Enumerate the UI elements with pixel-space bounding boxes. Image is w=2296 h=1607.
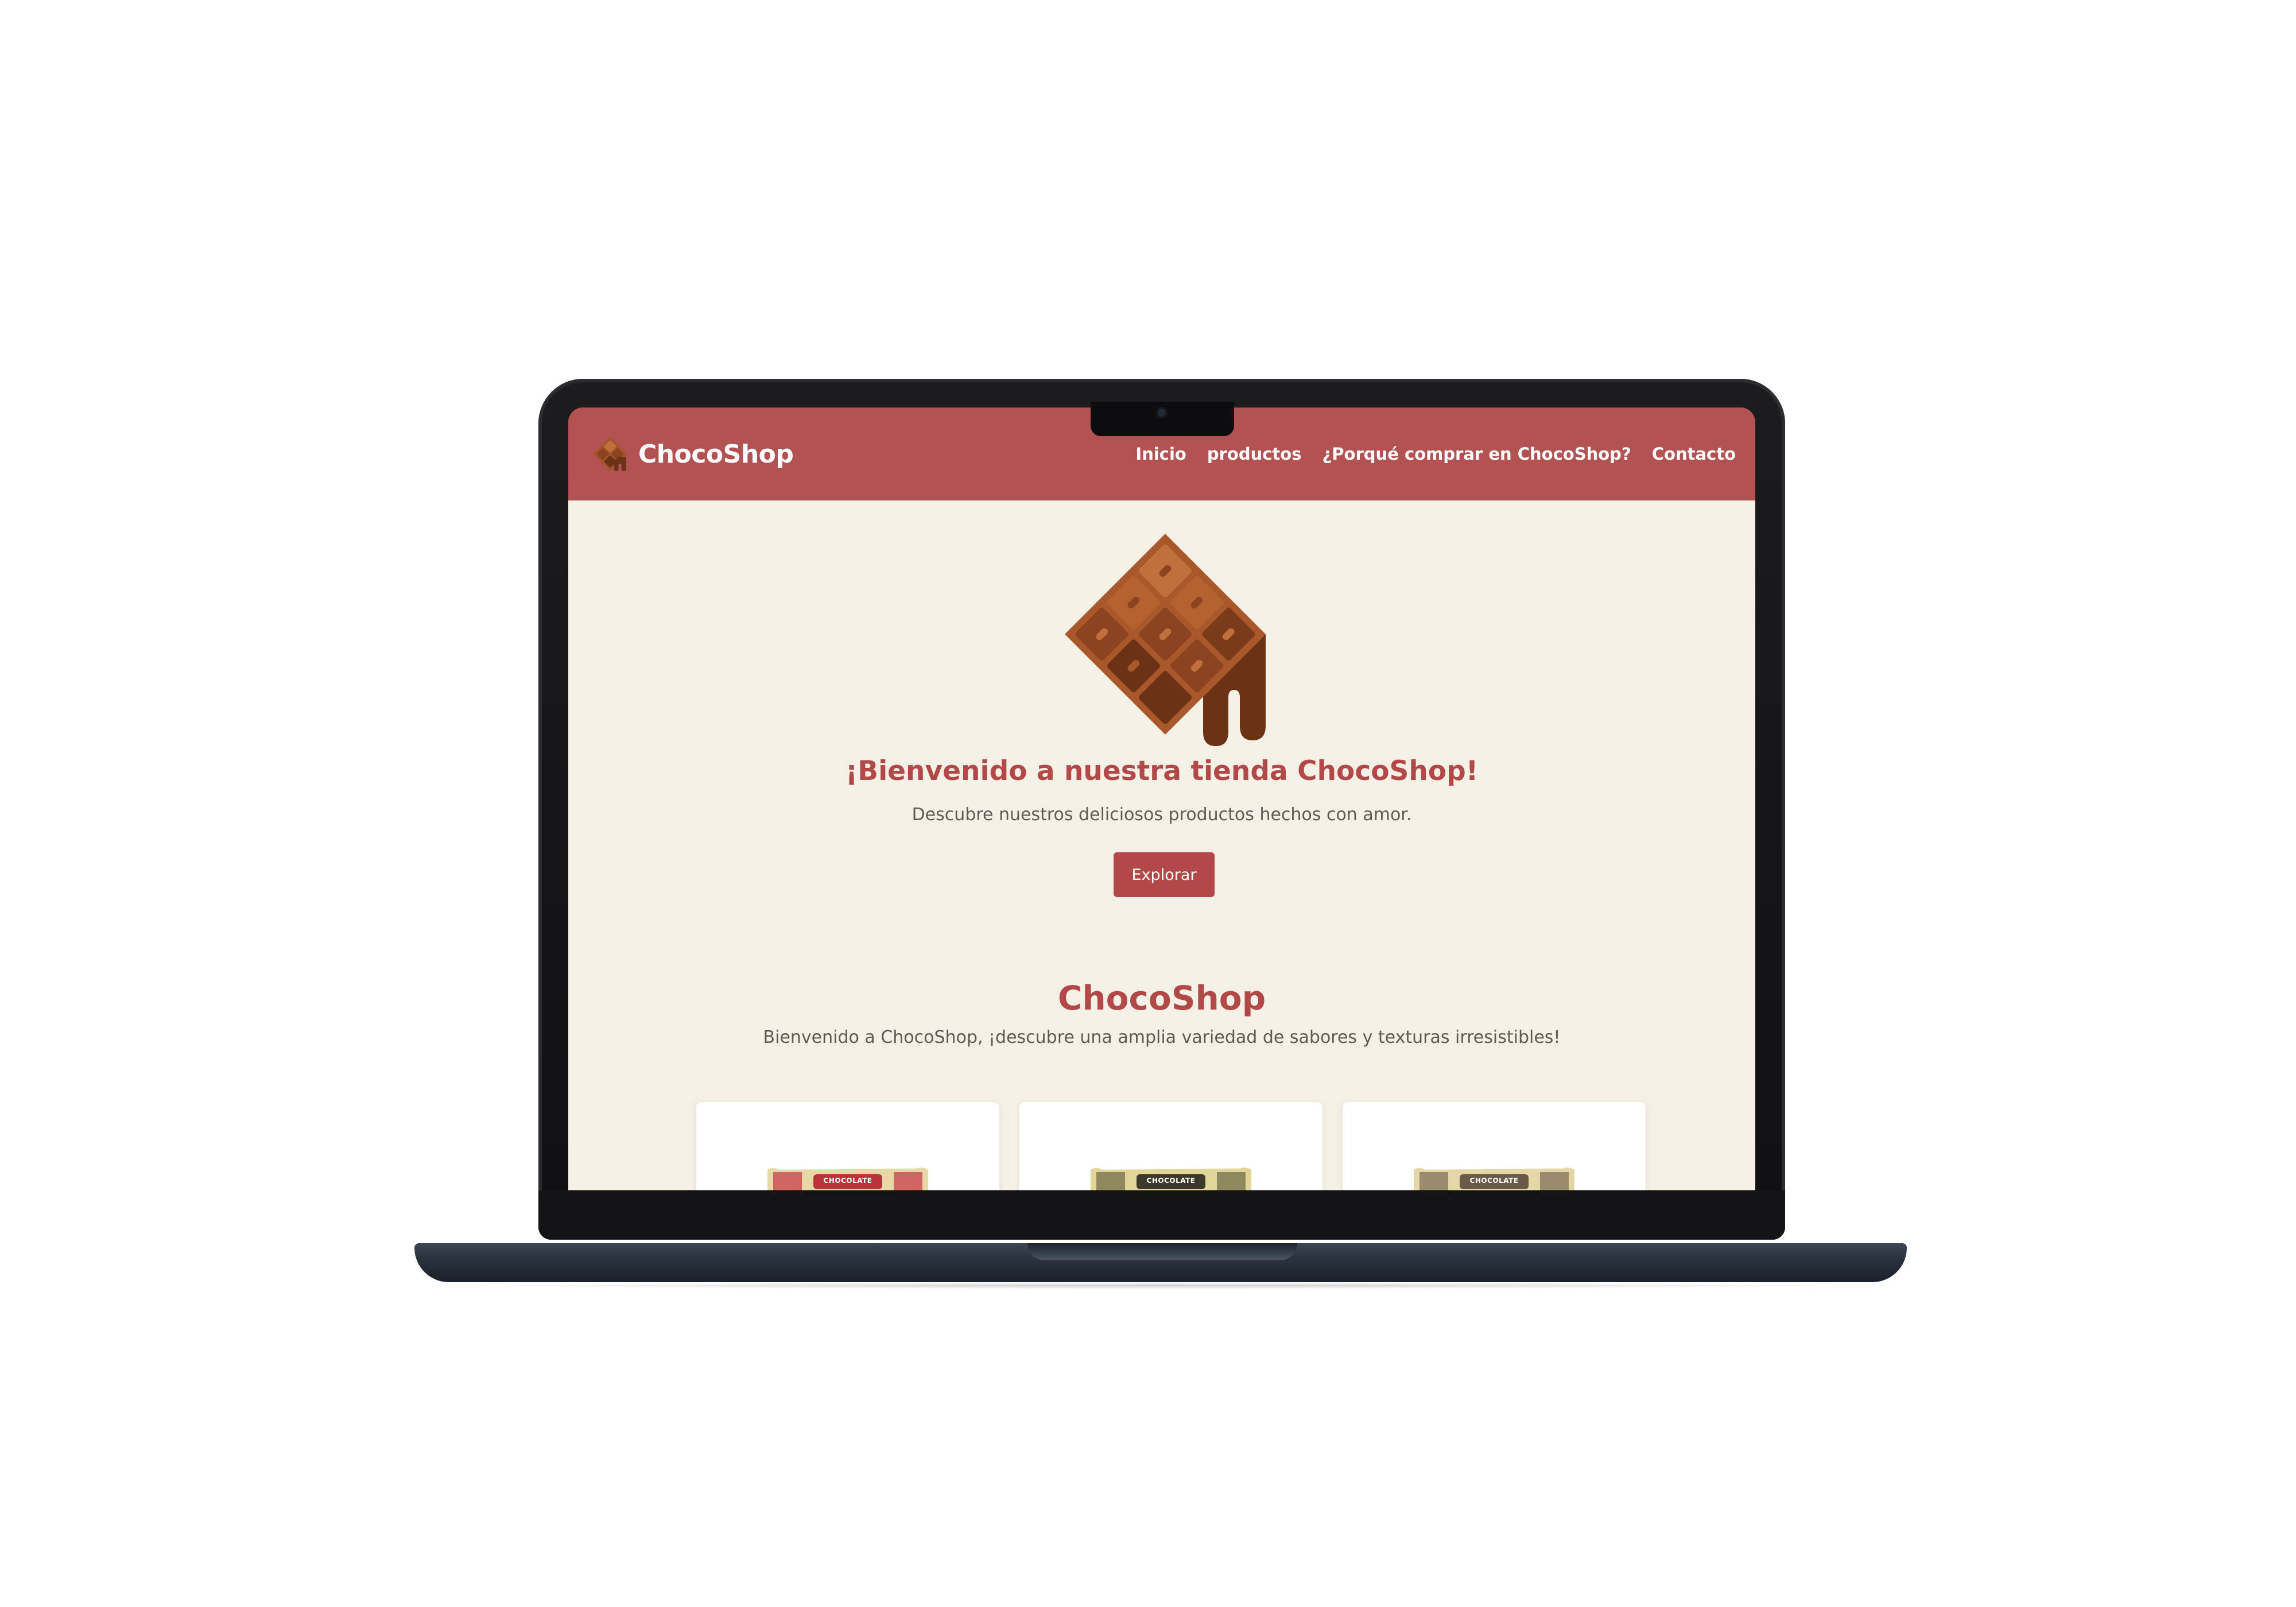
wrapper-label: CHOCOLATE — [1146, 1177, 1196, 1185]
explore-button[interactable]: Explorar — [1114, 852, 1215, 897]
section-title: ChocoShop — [1057, 979, 1266, 1018]
product-card[interactable]: CHOCOLATE — [1343, 1102, 1646, 1190]
product-image: CHOCOLATE — [1091, 1164, 1251, 1190]
nav-link-porque-comprar[interactable]: ¿Porqué comprar en ChocoShop? — [1322, 444, 1631, 464]
product-card[interactable]: CHOCOLATE — [1019, 1102, 1322, 1190]
nav-link-contacto[interactable]: Contacto — [1652, 444, 1736, 464]
laptop-bottom-bezel — [538, 1190, 1785, 1240]
product-cards: CHOCOLATE CHOCOLATE CHOCOLATE — [568, 1102, 1755, 1190]
nav-link-inicio[interactable]: Inicio — [1135, 444, 1186, 464]
hero-subtitle: Descubre nuestros deliciosos productos h… — [912, 805, 1412, 825]
melting-chocolate-bar-icon — [1065, 534, 1266, 746]
nav-link-productos[interactable]: productos — [1207, 444, 1302, 464]
section-subtitle: Bienvenido a ChocoShop, ¡descubre una am… — [763, 1027, 1561, 1047]
laptop-screen: ChocoShop Inicio productos ¿Porqué compr… — [568, 407, 1755, 1190]
chocolate-bar-icon — [594, 437, 627, 471]
laptop-shadow — [436, 1282, 1883, 1289]
wrapper-label: CHOCOLATE — [1469, 1177, 1519, 1185]
product-card[interactable]: CHOCOLATE — [696, 1102, 999, 1190]
brand[interactable]: ChocoShop — [591, 435, 794, 473]
webcam-icon — [1158, 409, 1166, 417]
product-image: CHOCOLATE — [1414, 1164, 1574, 1190]
laptop-base-notch — [1027, 1243, 1297, 1260]
camera-notch — [1091, 402, 1234, 436]
wrapper-label: CHOCOLATE — [823, 1177, 872, 1185]
product-image: CHOCOLATE — [767, 1164, 928, 1190]
nav-links: Inicio productos ¿Porqué comprar en Choc… — [1135, 444, 1736, 464]
hero-title: ¡Bienvenido a nuestra tienda ChocoShop! — [845, 755, 1479, 787]
brand-name: ChocoShop — [638, 439, 794, 469]
